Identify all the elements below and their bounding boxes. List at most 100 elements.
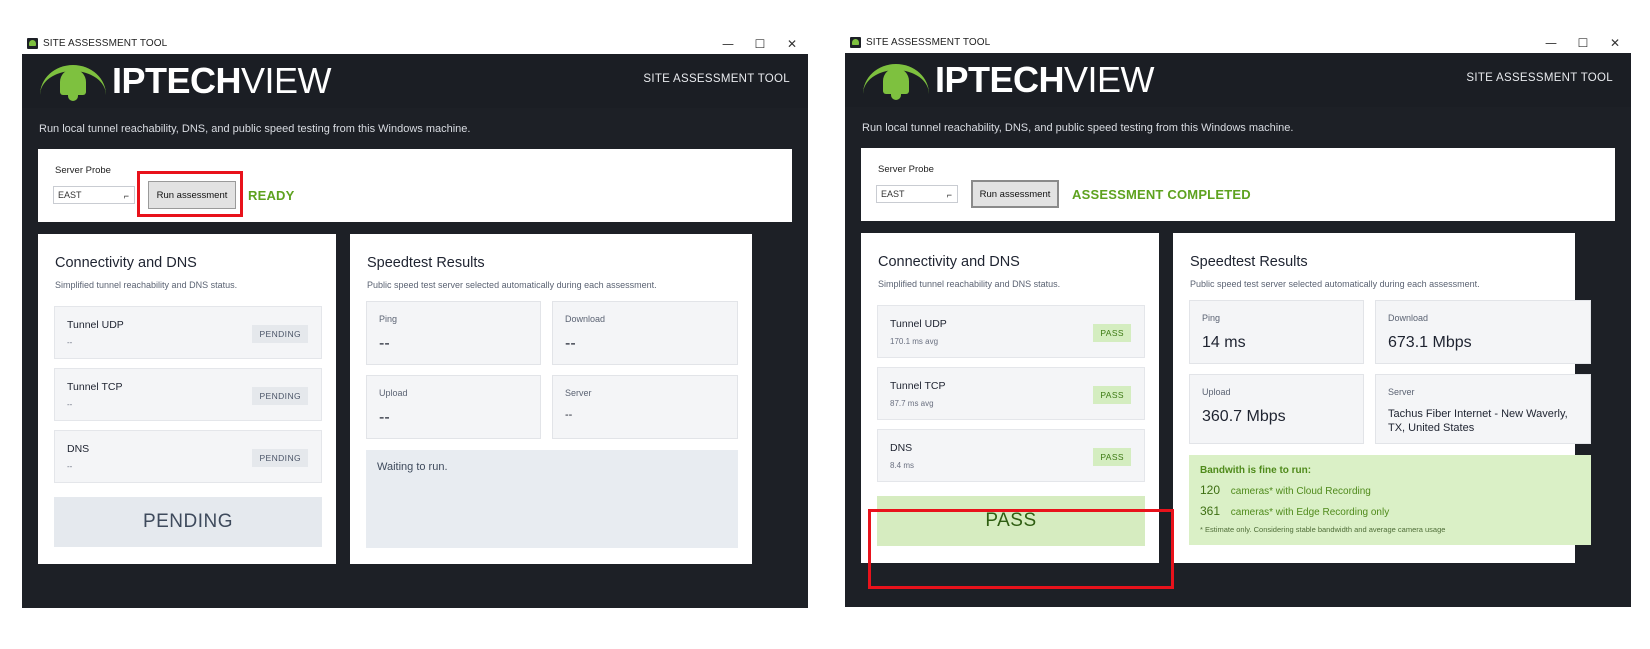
server-probe-select[interactable]: EAST ⌐ xyxy=(53,186,135,204)
check-detail: -- xyxy=(67,338,73,347)
maximize-button[interactable]: ☐ xyxy=(744,37,776,51)
maximize-button[interactable]: ☐ xyxy=(1567,36,1599,50)
metric-ping: Ping 14 ms xyxy=(1189,300,1364,364)
bandwidth-cloud-line: 120 cameras* with Cloud Recording xyxy=(1200,483,1371,497)
metric-value: -- xyxy=(379,335,390,352)
check-detail: 8.4 ms xyxy=(890,461,915,470)
minimize-button[interactable]: — xyxy=(712,37,744,51)
metric-server: Server -- xyxy=(552,375,738,439)
cloud-camera-count: 120 xyxy=(1200,483,1221,497)
check-row-tunnel-udp: Tunnel UDP -- PENDING xyxy=(54,306,322,359)
brand-name-bold: IPTECH xyxy=(112,60,242,101)
chevron-down-icon: ⌐ xyxy=(123,191,129,201)
assessment-status: ASSESSMENT COMPLETED xyxy=(1072,187,1251,202)
run-assessment-button[interactable]: Run assessment xyxy=(971,180,1059,208)
connectivity-title: Connectivity and DNS xyxy=(55,255,197,271)
header-title: SITE ASSESSMENT TOOL xyxy=(643,73,790,85)
check-row-dns: DNS 8.4 ms PASS xyxy=(877,429,1145,482)
metric-download: Download -- xyxy=(552,301,738,365)
metric-value: -- xyxy=(379,409,390,426)
metric-value: -- xyxy=(565,409,573,421)
check-name: Tunnel UDP xyxy=(67,319,124,331)
bandwidth-edge-line: 361 cameras* with Edge Recording only xyxy=(1200,504,1389,518)
check-name: Tunnel TCP xyxy=(890,380,946,392)
app-subtitle: Run local tunnel reachability, DNS, and … xyxy=(862,122,1294,134)
metric-download: Download 673.1 Mbps xyxy=(1375,300,1591,364)
status-badge: PASS xyxy=(1093,386,1131,404)
speedtest-title: Speedtest Results xyxy=(367,255,485,271)
check-name: DNS xyxy=(67,443,90,455)
waiting-panel: Waiting to run. xyxy=(366,450,738,548)
speedtest-title: Speedtest Results xyxy=(1190,254,1308,270)
brand-name-light: VIEW xyxy=(1064,59,1155,100)
metric-label: Download xyxy=(1388,313,1429,323)
window-title: SITE ASSESSMENT TOOL xyxy=(866,37,991,48)
check-detail: -- xyxy=(67,462,73,471)
title-bar[interactable]: SITE ASSESSMENT TOOL — ☐ ✕ xyxy=(845,32,1631,53)
check-detail: 170.1 ms avg xyxy=(890,337,939,346)
minimize-button[interactable]: — xyxy=(1535,36,1567,50)
metric-label: Server xyxy=(1388,387,1415,397)
server-probe-value: EAST xyxy=(881,189,905,199)
close-button[interactable]: ✕ xyxy=(776,37,808,51)
app-icon xyxy=(27,38,38,49)
metric-label: Upload xyxy=(379,388,408,398)
metric-upload: Upload 360.7 Mbps xyxy=(1189,374,1364,444)
bandwidth-panel: Bandwith is fine to run: 120 cameras* wi… xyxy=(1189,455,1591,545)
speedtest-description: Public speed test server selected automa… xyxy=(367,280,657,290)
check-detail: -- xyxy=(67,400,73,409)
check-detail: 87.7 ms avg xyxy=(890,399,934,408)
status-badge: PASS xyxy=(1093,324,1131,342)
check-row-tunnel-tcp: Tunnel TCP -- PENDING xyxy=(54,368,322,421)
metric-value: 673.1 Mbps xyxy=(1388,334,1472,351)
metric-upload: Upload -- xyxy=(366,375,541,439)
connectivity-description: Simplified tunnel reachability and DNS s… xyxy=(55,280,238,290)
status-badge: PENDING xyxy=(252,449,308,467)
speedtest-card: Speedtest Results Public speed test serv… xyxy=(1173,233,1591,563)
brand-logo: IPTECHVIEW xyxy=(38,59,332,103)
metric-label: Upload xyxy=(1202,387,1231,397)
check-row-tunnel-tcp: Tunnel TCP 87.7 ms avg PASS xyxy=(877,367,1145,420)
server-probe-select[interactable]: EAST ⌐ xyxy=(876,185,958,203)
bell-icon xyxy=(38,59,108,103)
check-name: DNS xyxy=(890,442,913,454)
highlight-run-button xyxy=(137,171,243,217)
app-subtitle: Run local tunnel reachability, DNS, and … xyxy=(39,123,471,135)
title-bar[interactable]: SITE ASSESSMENT TOOL — ☐ ✕ xyxy=(22,33,808,54)
status-badge: PENDING xyxy=(252,325,308,343)
app-icon xyxy=(850,37,861,48)
brand-logo: IPTECHVIEW xyxy=(861,58,1155,102)
brand-name-bold: IPTECH xyxy=(935,59,1065,100)
metric-ping: Ping -- xyxy=(366,301,541,365)
metric-value: 360.7 Mbps xyxy=(1202,408,1286,425)
metric-value: -- xyxy=(565,335,576,352)
metric-label: Download xyxy=(565,314,606,324)
highlight-pass-verdict xyxy=(868,509,1174,589)
overall-verdict: PENDING xyxy=(54,497,322,547)
chevron-down-icon: ⌐ xyxy=(946,190,952,200)
bandwidth-heading: Bandwith is fine to run: xyxy=(1200,465,1312,476)
brand-name-light: VIEW xyxy=(241,60,332,101)
app-window-before: SITE ASSESSMENT TOOL — ☐ ✕ IPTECHVIEW SI… xyxy=(22,33,808,608)
server-probe-label: Server Probe xyxy=(878,164,934,175)
metric-server: Server Tachus Fiber Internet - New Waver… xyxy=(1375,374,1591,444)
probe-panel: Server Probe EAST ⌐ Run assessment ASSES… xyxy=(861,148,1615,221)
check-row-dns: DNS -- PENDING xyxy=(54,430,322,483)
bandwidth-note: * Estimate only. Considering stable band… xyxy=(1200,525,1446,534)
speedtest-description: Public speed test server selected automa… xyxy=(1190,279,1480,289)
app-header: IPTECHVIEW SITE ASSESSMENT TOOL xyxy=(845,53,1631,107)
metric-label: Ping xyxy=(1202,313,1221,323)
window-title: SITE ASSESSMENT TOOL xyxy=(43,38,168,49)
connectivity-card: Connectivity and DNS Simplified tunnel r… xyxy=(38,234,336,564)
close-button[interactable]: ✕ xyxy=(1599,36,1631,50)
status-badge: PENDING xyxy=(252,387,308,405)
waiting-text: Waiting to run. xyxy=(377,461,448,473)
metric-label: Ping xyxy=(379,314,398,324)
edge-camera-count: 361 xyxy=(1200,504,1221,518)
connectivity-title: Connectivity and DNS xyxy=(878,254,1020,270)
app-header: IPTECHVIEW SITE ASSESSMENT TOOL xyxy=(22,54,808,108)
header-title: SITE ASSESSMENT TOOL xyxy=(1466,72,1613,84)
check-name: Tunnel TCP xyxy=(67,381,123,393)
bell-icon xyxy=(861,58,931,102)
speedtest-card: Speedtest Results Public speed test serv… xyxy=(350,234,752,564)
